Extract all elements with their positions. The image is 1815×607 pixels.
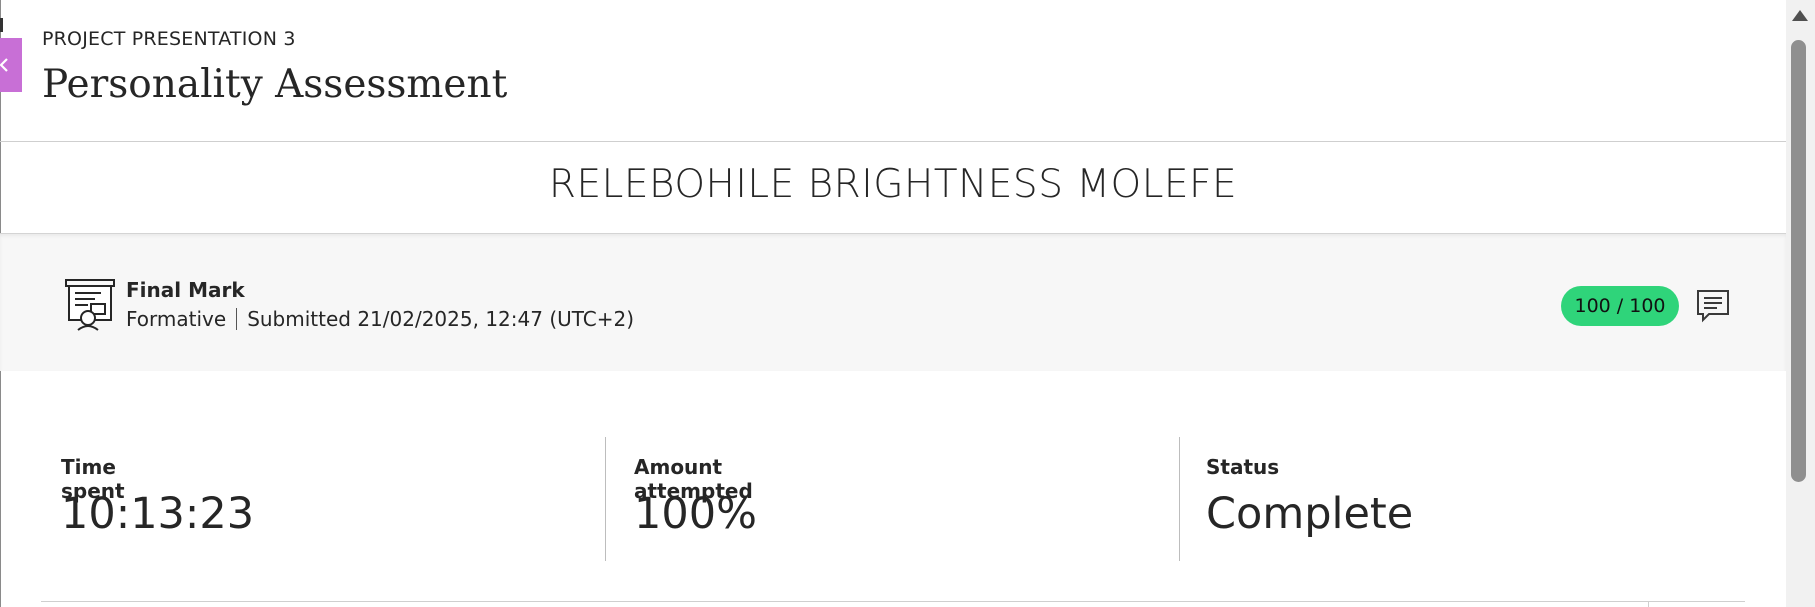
meta-separator xyxy=(236,308,238,330)
scroll-up-arrow-icon[interactable] xyxy=(1792,10,1808,21)
stat-value: Complete xyxy=(1206,489,1414,539)
assessment-type: Formative xyxy=(126,307,227,331)
page-eyebrow: PROJECT PRESENTATION 3 xyxy=(42,28,296,50)
attempt-stats: Time spent 10:13:23 Amount attempted 100… xyxy=(0,437,1786,561)
column-divider-stub xyxy=(1648,601,1649,607)
page-title: Personality Assessment xyxy=(42,62,508,107)
stat-divider xyxy=(1179,437,1180,561)
final-mark-panel: Final Mark Formative Submitted 21/02/2025… xyxy=(0,233,1786,371)
stat-label: Status xyxy=(1206,455,1280,479)
final-mark-label: Final Mark xyxy=(126,278,245,302)
section-divider xyxy=(41,601,1745,602)
scrollbar-thumb[interactable] xyxy=(1791,40,1806,482)
page-header: PROJECT PRESENTATION 3 Personality Asses… xyxy=(0,0,1786,141)
student-name: RELEBOHILE BRIGHTNESS MOLEFE xyxy=(548,162,1238,207)
feedback-comment-icon[interactable] xyxy=(1695,288,1731,324)
score-badge: 100 / 100 xyxy=(1561,286,1679,326)
certificate-presentation-icon xyxy=(65,279,115,331)
stat-value: 100% xyxy=(634,489,757,539)
mark-meta: Formative Submitted 21/02/2025, 12:47 (UT… xyxy=(126,307,634,331)
vertical-scrollbar[interactable] xyxy=(1786,0,1815,607)
stat-divider xyxy=(605,437,606,561)
header-divider xyxy=(0,141,1786,142)
stat-value: 10:13:23 xyxy=(61,489,255,539)
submitted-timestamp: Submitted 21/02/2025, 12:47 (UTC+2) xyxy=(247,307,635,331)
